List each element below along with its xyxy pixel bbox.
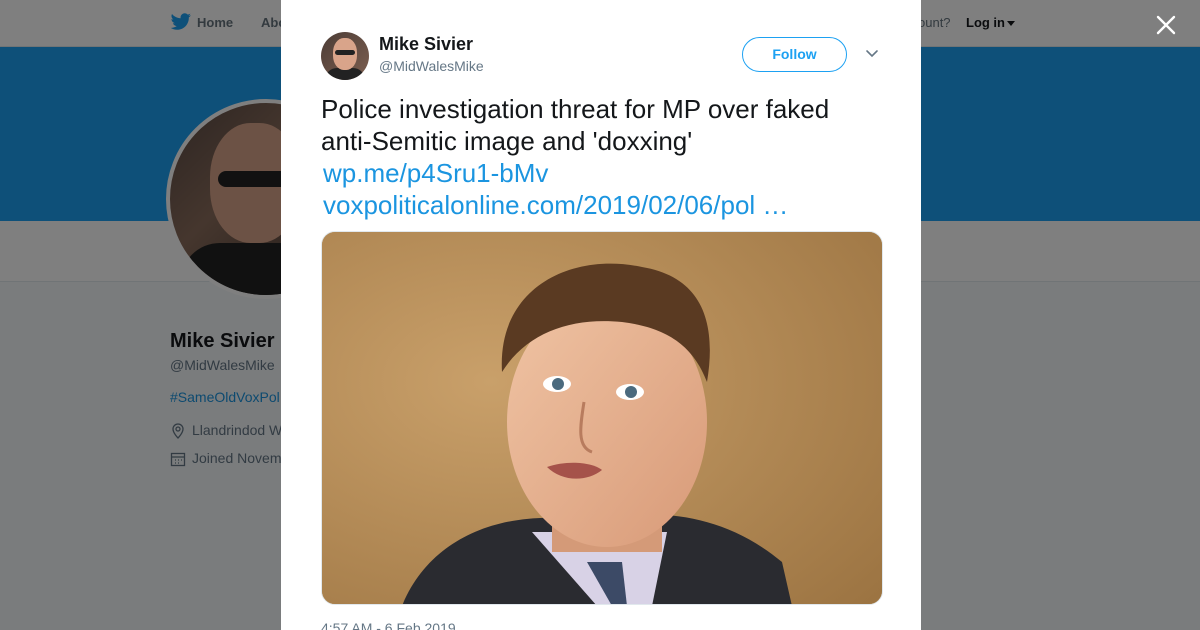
tweet-author-name[interactable]: Mike Sivier <box>379 34 473 55</box>
tweet-short-link[interactable]: wp.me/p4Sru1-bMv <box>323 157 548 189</box>
close-icon[interactable] <box>1152 11 1180 39</box>
tweet-article-link[interactable]: voxpoliticalonline.com/2019/02/06/pol … <box>323 189 788 221</box>
follow-button[interactable]: Follow <box>742 37 847 72</box>
tweet-photo-image <box>322 232 882 604</box>
tweet-timestamp[interactable]: 4:57 AM - 6 Feb 2019 <box>321 620 456 630</box>
tweet-author-handle[interactable]: @MidWalesMike <box>379 58 484 74</box>
tweet-photo[interactable] <box>321 231 883 605</box>
tweet-author-avatar[interactable] <box>321 32 369 80</box>
tweet-text: Police investigation threat for MP over … <box>321 94 830 156</box>
tweet-modal: Mike Sivier @MidWalesMike Follow Police … <box>281 0 921 630</box>
chevron-down-icon[interactable] <box>863 47 881 61</box>
